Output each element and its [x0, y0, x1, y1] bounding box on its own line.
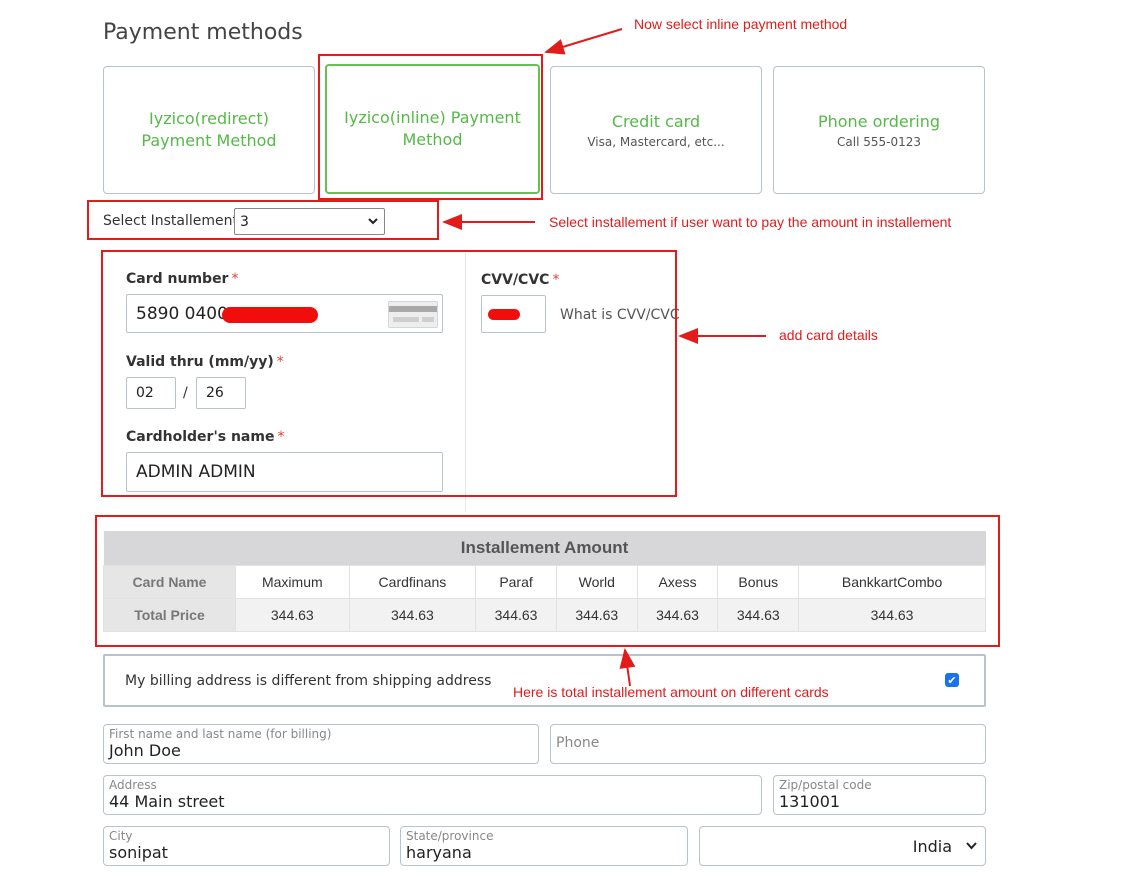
annotation-select-installment: Select installement if user want to pay … — [549, 214, 952, 230]
annotation-arrows — [442, 28, 766, 687]
annotation-select-inline: Now select inline payment method — [634, 16, 848, 32]
annotation-add-card: add card details — [779, 327, 878, 343]
annotation-total-amount: Here is total installement amount on dif… — [513, 684, 829, 700]
arrow-icon — [619, 648, 636, 687]
arrow-icon — [544, 28, 623, 55]
